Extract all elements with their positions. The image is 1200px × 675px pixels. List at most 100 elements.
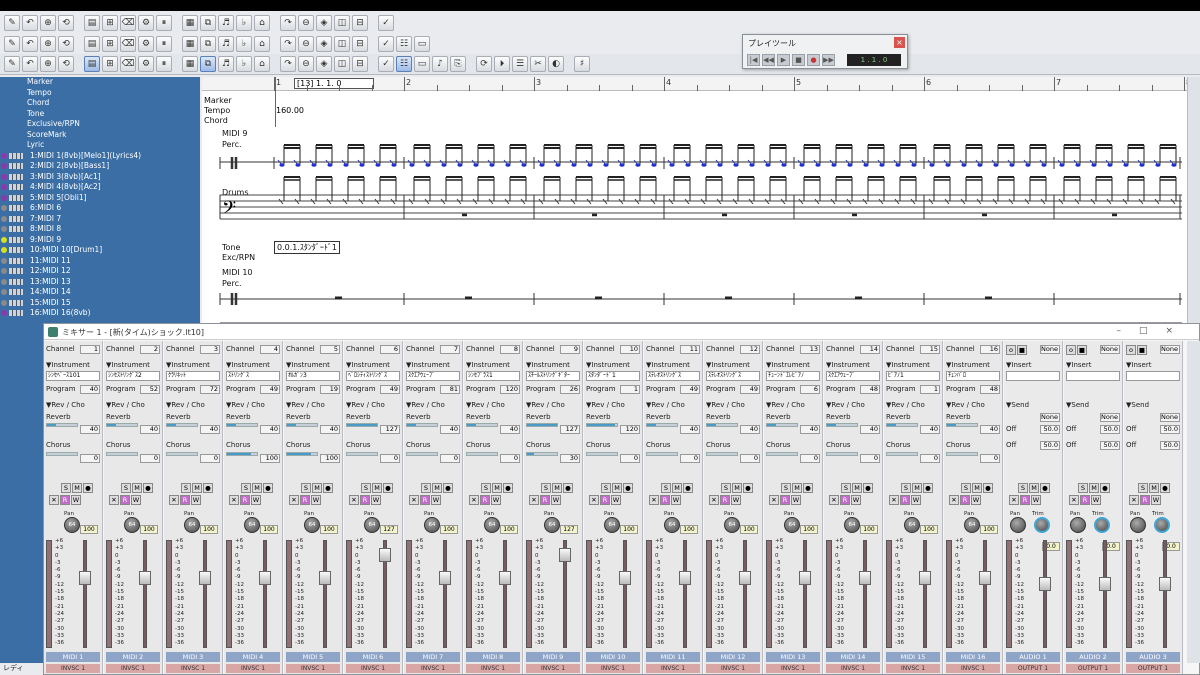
volume-value[interactable]: 100 [680,525,698,534]
disable-button[interactable]: ✕ [529,495,539,505]
solo-button[interactable]: S [241,483,251,493]
toolbar-button[interactable]: ▤ [84,36,100,52]
track-row[interactable]: Marker [0,77,200,88]
track-row[interactable]: 12:MIDI 12 [0,266,200,277]
instrument-label[interactable]: ▼Instrument [646,361,700,369]
track-indicator-icon[interactable] [1,184,7,190]
io-button[interactable]: ■ [1017,345,1027,355]
read-button[interactable]: R [360,495,370,505]
rev-cho-label[interactable]: ▼Rev / Cho [946,401,1000,409]
reverb-value[interactable]: 120 [620,425,640,434]
note-head[interactable] [441,163,447,167]
track-row[interactable]: 16:MIDI 16(8vb) [0,308,200,319]
mute-solo-icon[interactable] [9,310,23,316]
trim-knob[interactable] [1034,517,1050,533]
fader-cap[interactable] [1099,577,1111,591]
track-row[interactable]: 1:MIDI 1(8vb)[Melo1](Lyrics4) [0,151,200,162]
strip-name[interactable]: MIDI 5 [286,652,340,662]
fader-cap[interactable] [859,570,871,585]
toolbar-button[interactable]: ⌫ [120,36,136,52]
mute-button[interactable]: M [612,483,622,493]
send-select[interactable]: None [1100,413,1120,422]
volume-fader[interactable] [323,540,327,648]
toolbar-button[interactable]: ✂ [530,56,546,72]
read-button[interactable]: R [660,495,670,505]
instrument-select[interactable]: ﾋﾟｱﾉ1 [886,371,940,381]
toolbar-button[interactable]: ☷ [396,36,412,52]
fader-cap[interactable] [199,570,211,585]
volume-fader[interactable] [443,540,447,648]
output-label[interactable]: INVSC 1 [286,664,340,673]
toolbar-button[interactable]: ⧉ [200,56,216,72]
strip-name[interactable]: MIDI 11 [646,652,700,662]
toolbar-button[interactable]: ⟳ [476,56,492,72]
write-button[interactable]: W [551,495,561,505]
chorus-value[interactable]: 0 [800,454,820,463]
disable-button[interactable]: ✕ [589,495,599,505]
instrument-label[interactable]: ▼Instrument [286,361,340,369]
note-head[interactable] [375,163,381,167]
volume-fader[interactable] [743,540,747,648]
chorus-slider[interactable] [646,452,678,456]
strip-name[interactable]: MIDI 7 [406,652,460,662]
rev-cho-label[interactable]: ▼Rev / Cho [166,401,220,409]
track-row[interactable]: Tone [0,109,200,120]
toolbar-button[interactable]: ◐ [548,56,564,72]
reverb-value[interactable]: 127 [380,425,400,434]
toolbar-button[interactable]: ↶ [22,15,38,31]
instrument-label[interactable]: ▼Instrument [406,361,460,369]
chorus-slider[interactable] [286,452,318,456]
channel-value[interactable]: 6 [380,345,400,354]
channel-value[interactable]: 16 [980,345,1000,354]
track-indicator-icon[interactable] [1,226,7,232]
toolbar-button[interactable]: ⚙ [138,15,154,31]
output-label[interactable]: OUTPUT 1 [1006,664,1060,673]
pan-knob[interactable]: 64 [364,517,380,533]
output-label[interactable]: INVSC 1 [646,664,700,673]
toolbar-button[interactable]: ⌂ [254,36,270,52]
program-value[interactable]: 48 [860,385,880,394]
solo-button[interactable]: S [841,483,851,493]
reverb-slider[interactable] [826,423,858,427]
rec-button[interactable]: ● [683,483,693,493]
instrument-select[interactable]: ｼﾝｾﾍﾞｰｽ101 [46,371,100,381]
toolbar-button[interactable]: ♪ [432,56,448,72]
volume-fader[interactable] [1103,540,1107,648]
toolbar-button[interactable]: ◫ [334,56,350,72]
reverb-slider[interactable] [766,423,798,427]
instrument-label[interactable]: ▼Instrument [346,361,400,369]
read-button[interactable]: R [720,495,730,505]
send-value[interactable]: 50.0 [1160,425,1180,434]
volume-value[interactable]: 100 [980,525,998,534]
rev-cho-label[interactable]: ▼Rev / Cho [646,401,700,409]
track-indicator-icon[interactable] [1,278,7,285]
channel-value[interactable]: 2 [140,345,160,354]
track-row[interactable]: 14:MIDI 14 [0,287,200,298]
mute-solo-icon[interactable] [9,152,23,159]
toolbar-button[interactable]: ⊞ [102,15,118,31]
send-value-2[interactable]: 50.0 [1040,441,1060,450]
send-value[interactable]: 50.0 [1040,425,1060,434]
write-button[interactable]: W [251,495,261,505]
reverb-slider[interactable] [286,423,318,427]
mute-button[interactable]: M [732,483,742,493]
instrument-select[interactable]: ｽｸｴｱｳｪｰﾌﾞ [826,371,880,381]
toolbar-button[interactable]: ⧉ [200,36,216,52]
disable-button[interactable]: ✕ [109,495,119,505]
instrument-select[interactable]: ｽﾀﾝﾀﾞｰﾄﾞ1 [586,371,640,381]
reverb-value[interactable]: 40 [500,425,520,434]
score-notation[interactable]: 𝄢 [202,77,1187,327]
track-row[interactable]: ScoreMark [0,130,200,141]
insert-slot[interactable] [1126,371,1180,381]
pan-knob[interactable] [1010,517,1026,533]
program-value[interactable]: 72 [200,385,220,394]
io-button[interactable]: o [1006,345,1016,355]
mute-button[interactable]: M [252,483,262,493]
channel-value[interactable]: 1 [80,345,100,354]
disable-button[interactable]: ✕ [769,495,779,505]
fader-cap[interactable] [379,548,391,562]
disable-button[interactable]: ✕ [289,495,299,505]
mute-solo-icon[interactable] [9,278,23,285]
program-value[interactable]: 49 [260,385,280,394]
mute-solo-icon[interactable] [9,194,23,201]
